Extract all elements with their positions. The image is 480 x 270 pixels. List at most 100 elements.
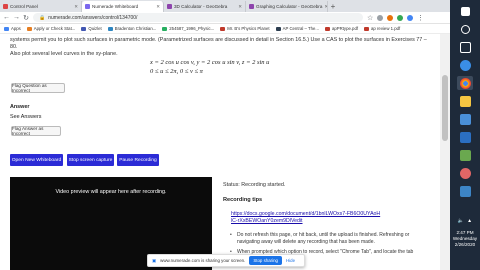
extension-icon[interactable] <box>397 14 403 21</box>
problem-line-1: systems permit you to plot such surfaces… <box>10 37 427 50</box>
system-tray: 🔈 ▲ <box>450 218 480 224</box>
apps-grid-icon <box>4 26 9 31</box>
bookmark-pdf-2[interactable]: ap review 1.pdf <box>364 26 400 31</box>
url-text: numerade.com/answers/control/134700/ <box>48 14 138 21</box>
app-icon[interactable] <box>457 166 473 180</box>
close-tab-icon[interactable]: ✕ <box>74 4 78 10</box>
scrollbar-track[interactable] <box>440 34 450 270</box>
extension-icon[interactable] <box>377 14 383 21</box>
bookmark-favicon-icon <box>275 26 281 31</box>
tab-geogebra-3d[interactable]: 3D Calculator - GeoGebra ✕ <box>164 1 246 12</box>
windows-start-icon[interactable] <box>457 4 473 18</box>
pdf-icon <box>364 26 370 31</box>
url-input[interactable]: 🔒 numerade.com/answers/control/134700/ <box>33 13 363 22</box>
tab-strip: Control Panel ✕ Numerade Whiteboard ✕ 3D… <box>0 0 450 12</box>
bookmark-label: ap review 1.pdf <box>371 26 401 31</box>
bookmark-favicon-icon <box>162 26 168 31</box>
app-icon[interactable] <box>457 184 473 198</box>
open-whiteboard-button[interactable]: Open New Whiteboard <box>10 154 63 166</box>
close-tab-icon[interactable]: ✕ <box>238 4 242 10</box>
equation-line-2: 0 ≤ u ≤ 2π, 0 ≤ v ≤ π <box>150 68 203 75</box>
bookmark-label: AP Central – The... <box>282 26 319 31</box>
screen-share-bar: ▣ www.numerade.com is sharing your scree… <box>147 254 305 267</box>
bookmark-apply[interactable]: Apply or Check Stat... <box>26 26 76 31</box>
volume-icon[interactable]: 🔈 <box>458 218 464 224</box>
bookmark-favicon-icon <box>220 26 226 31</box>
bookmark-pdf-1[interactable]: apPRtype.pdf <box>324 26 359 31</box>
bookmark-apps[interactable]: Apps <box>4 26 21 31</box>
tab-label: 3D Calculator - GeoGebra <box>174 4 228 9</box>
page-content: systems permit you to plot such surfaces… <box>0 34 440 270</box>
scrollbar-thumb[interactable] <box>442 75 448 141</box>
tips-heading: Recording tips <box>223 197 263 203</box>
see-answers-text: See Answers <box>10 114 42 120</box>
geogebra-favicon-icon <box>249 4 254 9</box>
stop-sharing-button[interactable]: Stop sharing <box>249 256 282 265</box>
bookmark-favicon-icon <box>107 26 113 31</box>
bookmark-favicon-icon <box>81 26 87 31</box>
clock-date: 2/26/2020 <box>454 242 476 247</box>
bookmark-physics-planet[interactable]: Mr. B's Physics Planet <box>220 26 270 31</box>
file-explorer-icon[interactable] <box>457 94 473 108</box>
pdf-icon <box>324 26 330 31</box>
bookmark-label: Apps <box>11 26 21 31</box>
address-bar-row: ← → ↻ 🔒 numerade.com/answers/control/134… <box>0 12 450 24</box>
pause-recording-button[interactable]: Pause Recording <box>117 154 159 166</box>
tips-link[interactable]: https://docs.google.com/document/d/1bnlL… <box>231 211 381 225</box>
forward-icon[interactable]: → <box>13 14 20 21</box>
close-tab-icon[interactable]: ✕ <box>156 4 160 10</box>
app-icon[interactable] <box>457 148 473 162</box>
lock-icon: 🔒 <box>39 14 46 21</box>
geogebra-favicon-icon <box>167 4 172 9</box>
tab-geogebra-graphing[interactable]: Graphing Calculator - GeoGebra ✕ <box>246 1 328 12</box>
bookmark-quizlet[interactable]: Quizlet <box>81 26 102 31</box>
bookmark-label: 254587_1996_Physic... <box>169 26 215 31</box>
edge-icon[interactable] <box>457 58 473 72</box>
problem-line-2: Also plot several level curves in the xy… <box>10 51 118 57</box>
star-icon[interactable]: ☆ <box>367 14 373 22</box>
equation-line-1: x = 2 cos u cos v, y = 2 cos u sin v, z … <box>150 59 270 66</box>
bookmark-favicon-icon <box>26 26 32 31</box>
bookmark-bradenton[interactable]: Bradenton Christian... <box>107 26 157 31</box>
chrome-icon[interactable] <box>457 76 473 90</box>
reload-icon[interactable]: ↻ <box>23 14 29 22</box>
control-panel-favicon-icon <box>3 4 8 9</box>
tab-control-panel[interactable]: Control Panel ✕ <box>0 1 82 12</box>
screen: Control Panel ✕ Numerade Whiteboard ✕ 3D… <box>0 0 480 270</box>
tab-label: Numerade Whiteboard <box>92 4 139 9</box>
hide-button[interactable]: Hide <box>286 258 295 263</box>
tab-label: Graphing Calculator - GeoGebra <box>256 4 323 9</box>
taskbar-clock[interactable]: 2:47 PM Wednesday 2/26/2020 <box>450 230 480 248</box>
flag-answer-button[interactable]: Flag Answer as Incorrect <box>11 126 61 136</box>
numerade-favicon-icon <box>85 4 90 9</box>
bookmark-label: Quizlet <box>88 26 102 31</box>
stop-capture-button[interactable]: Stop screen capture <box>67 154 114 166</box>
problem-text: systems permit you to plot such surfaces… <box>10 37 430 58</box>
list-item: Do not refresh this page, or hit back, u… <box>229 232 414 246</box>
back-icon[interactable]: ← <box>3 14 10 21</box>
share-icon: ▣ <box>152 257 157 263</box>
bookmarks-bar: Apps Apply or Check Stat... Quizlet Brad… <box>0 24 450 34</box>
new-tab-button[interactable]: + <box>328 1 338 12</box>
network-icon[interactable]: ▲ <box>467 218 472 224</box>
mail-icon[interactable] <box>457 130 473 144</box>
menu-icon[interactable]: ⋮ <box>417 14 424 22</box>
store-icon[interactable] <box>457 112 473 126</box>
answer-heading: Answer <box>10 104 30 110</box>
bookmark-ap-central[interactable]: AP Central – The... <box>275 26 319 31</box>
bookmark-physics-doc[interactable]: 254587_1996_Physic... <box>162 26 214 31</box>
tab-numerade-whiteboard[interactable]: Numerade Whiteboard ✕ <box>82 1 164 12</box>
flag-question-button[interactable]: Flag Question as Incorrect <box>11 83 65 93</box>
bookmark-label: Apply or Check Stat... <box>33 26 76 31</box>
bookmark-label: apPRtype.pdf <box>331 26 359 31</box>
share-message: www.numerade.com is sharing your screen. <box>160 258 246 263</box>
profile-avatar-icon[interactable] <box>407 14 413 21</box>
search-icon[interactable] <box>457 22 473 36</box>
recording-status: Status: Recording started. <box>223 182 286 188</box>
bookmark-label: Mr. B's Physics Planet <box>227 26 270 31</box>
task-view-icon[interactable] <box>457 40 473 54</box>
tab-label: Control Panel <box>10 4 38 9</box>
extension-icon[interactable] <box>387 14 393 21</box>
video-placeholder-text: Video preview will appear here after rec… <box>55 189 167 195</box>
bookmark-label: Bradenton Christian... <box>114 26 157 31</box>
